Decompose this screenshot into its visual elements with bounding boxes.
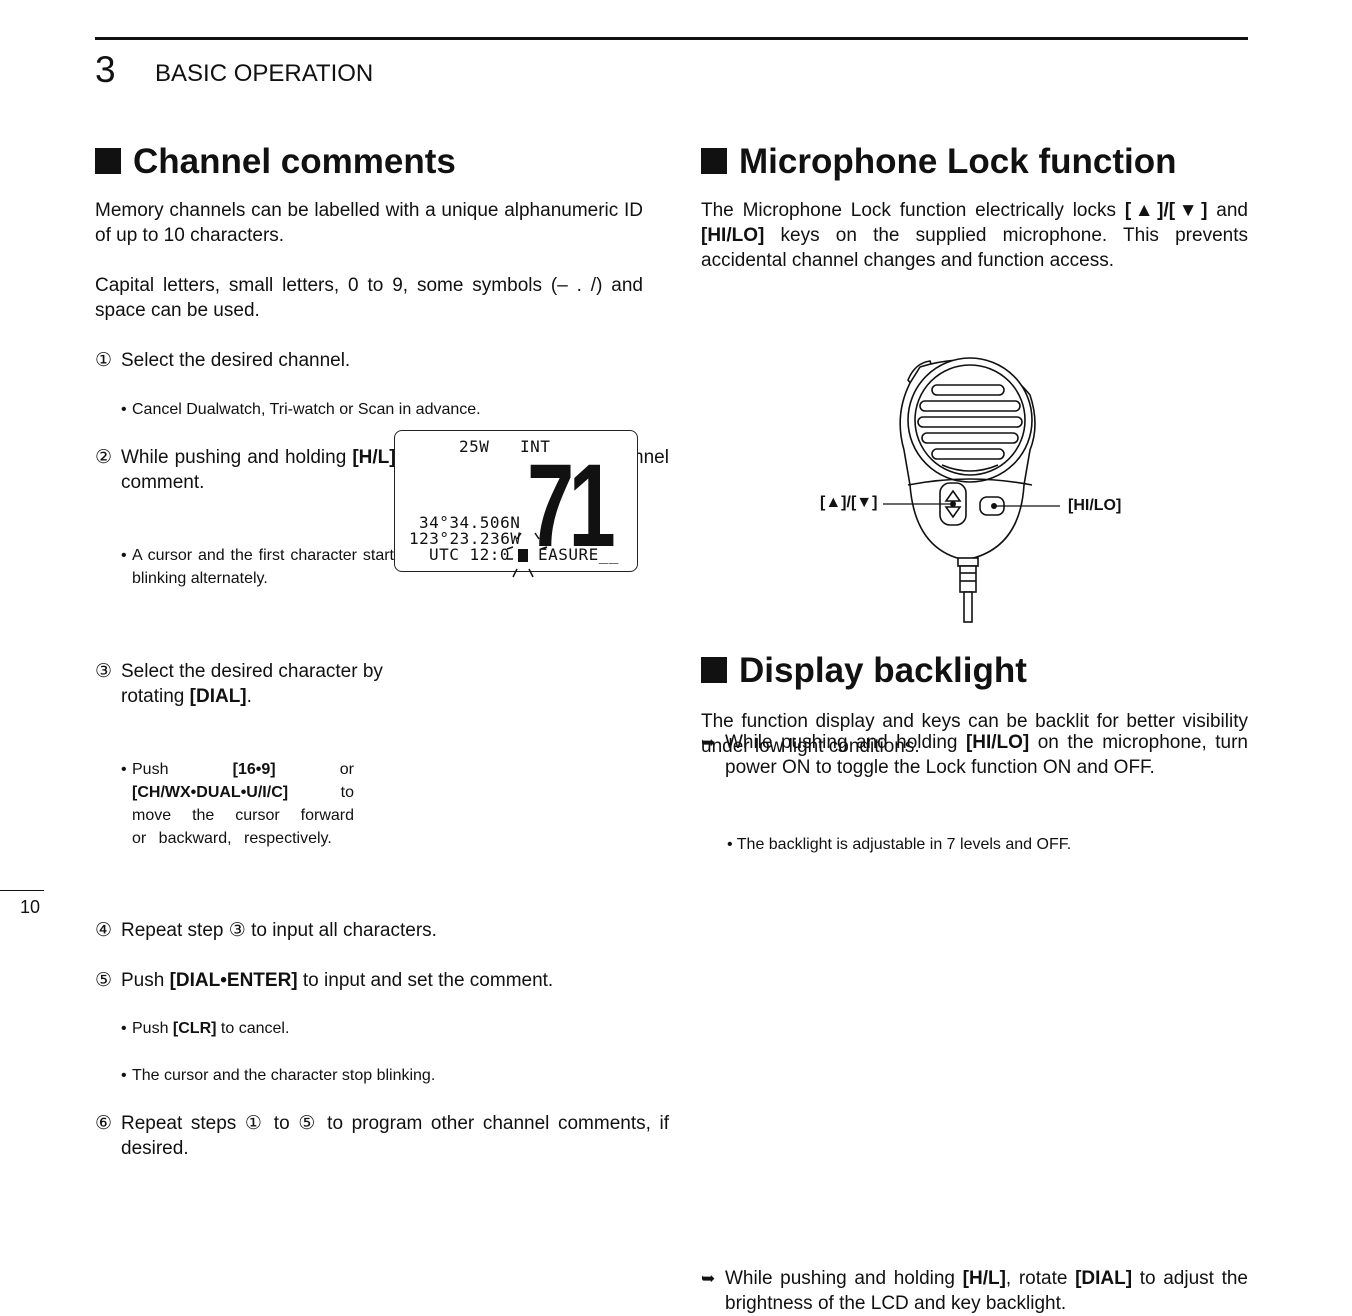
microphone-illustration xyxy=(883,357,1060,623)
microphone-lock-heading: Microphone Lock function xyxy=(701,142,1176,182)
microphone-lock-intro: The Microphone Lock function electricall… xyxy=(701,200,1248,271)
updown-keys-label: [▲]/[▼] xyxy=(820,494,878,511)
hilo-key-label: [HI/LO] xyxy=(1068,497,1122,514)
channel-comments-intro-1: Memory channels can be labelled with a u… xyxy=(95,200,643,246)
chapter-title: BASIC OPERATION xyxy=(155,60,374,87)
display-backlight-heading: Display backlight xyxy=(701,651,1027,691)
arrow-bullet-icon: ➥ xyxy=(701,1269,716,1288)
chapter-number: 3 xyxy=(95,49,116,90)
display-backlight-note: • The backlight is adjustable in 7 level… xyxy=(727,836,1072,853)
step-3-note: • Push [16•9] or [CH/WX•DUAL•U/I/C] to m… xyxy=(121,761,354,847)
section-square-icon xyxy=(95,148,121,174)
step-5-note-1: • Push [CLR] to cancel. xyxy=(121,1020,290,1037)
step-4: ④ Repeat step ③ to input all characters. xyxy=(95,920,437,941)
footer-rule xyxy=(0,890,44,891)
step-5-note-2: • The cursor and the character stop blink… xyxy=(121,1067,436,1084)
display-backlight-intro: The function display and keys can be bac… xyxy=(701,711,1248,757)
section-square-icon xyxy=(701,148,727,174)
lcd-display-illustration: 25W INT 71 34°34.506N 123°23.236W UTC 12… xyxy=(394,430,638,578)
step-3: ③ Select the desired character by rotati… xyxy=(95,661,383,707)
step-5: ⑤ Push [DIAL•ENTER] to input and set the… xyxy=(95,970,554,991)
step-6: ⑥ Repeat steps ① to ⑤ to program other c… xyxy=(95,1113,669,1159)
display-backlight-instruction: ➥ While pushing and holding [H/L], rotat… xyxy=(701,1268,1248,1314)
step-1-note: • Cancel Dualwatch, Tri-watch or Scan in … xyxy=(121,401,481,418)
channel-comments-intro-2: Capital letters, small letters, 0 to 9, … xyxy=(95,275,643,321)
step-2-note: • A cursor and the first character start … xyxy=(121,547,394,587)
step-1: ① Select the desired channel. xyxy=(95,350,351,371)
step-number: ① xyxy=(95,350,113,371)
lcd-power: 25W xyxy=(459,437,490,456)
channel-comments-heading: Channel comments xyxy=(95,142,456,182)
blink-rays-icon xyxy=(506,532,548,578)
page-number: 10 xyxy=(20,897,41,917)
section-square-icon xyxy=(701,657,727,683)
header-rule xyxy=(95,37,1248,40)
